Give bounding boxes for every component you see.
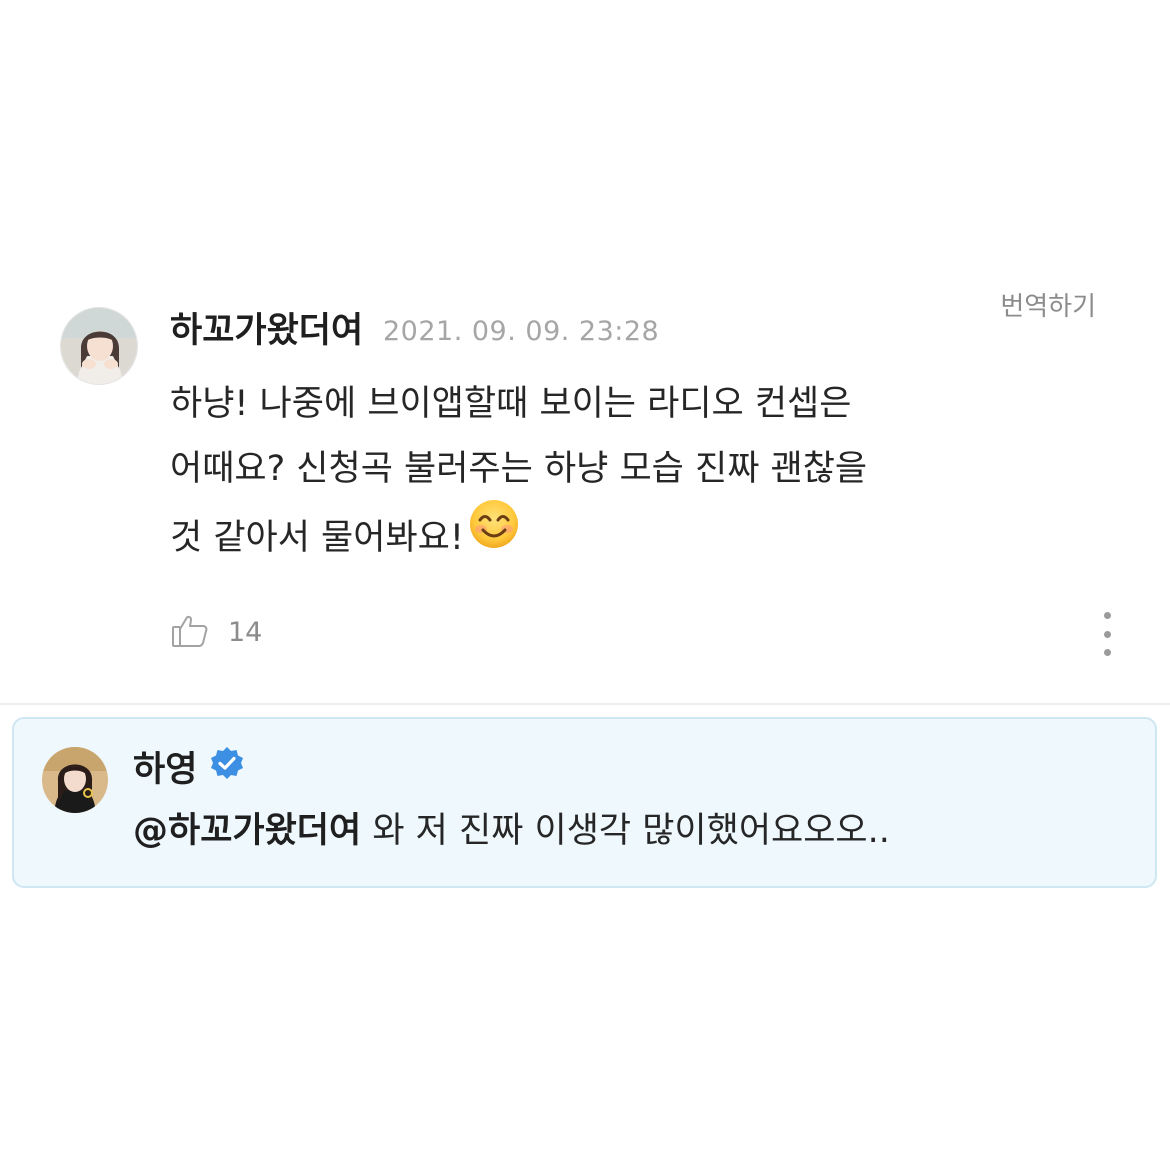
- more-vertical-icon-dot: [1103, 649, 1111, 656]
- comment-author[interactable]: 하꼬가왔더여: [170, 305, 363, 357]
- smiling-face-emoji: [468, 498, 520, 572]
- reply-author[interactable]: 하영: [133, 745, 245, 795]
- thumbs-up-icon: [170, 610, 210, 654]
- reply-body-text: 와 저 진짜 이생각 많이했어요오오..: [361, 811, 890, 851]
- like-count: 14: [228, 616, 263, 648]
- reply-mention[interactable]: @하꼬가왔더여: [133, 811, 361, 851]
- comment-body-line: 것 같아서 물어봐요!: [170, 500, 1030, 567]
- reply-author-name: 하영: [133, 750, 198, 790]
- replier-avatar[interactable]: [42, 747, 108, 813]
- translate-button[interactable]: 번역하기: [1000, 287, 1096, 327]
- commenter-avatar[interactable]: [60, 307, 138, 385]
- comment-body: 하냥! 나중에 브이앱할때 보이는 라디오 컨셉은 어때요? 신청곡 불러주는 …: [170, 372, 1030, 567]
- comment-timestamp: 2021. 09. 09. 23:28: [383, 316, 660, 347]
- comment-body-line: 하냥! 나중에 브이앱할때 보이는 라디오 컨셉은: [170, 384, 852, 424]
- reply-body: @하꼬가왔더여 와 저 진짜 이생각 많이했어요오오..: [133, 806, 890, 856]
- comment-divider: [0, 703, 1170, 705]
- comment-body-line-text: 것 같아서 물어봐요!: [170, 518, 464, 558]
- like-button[interactable]: 14: [170, 608, 262, 656]
- verified-badge-icon: [209, 745, 245, 795]
- reply-card: 하영 @하꼬가왔더여 와 저 진짜 이생각 많이했어요오오..: [12, 717, 1157, 888]
- more-options-button[interactable]: [1090, 612, 1124, 656]
- comment-card: 하꼬가왔더여 2021. 09. 09. 23:28 번역하기 하냥! 나중에 …: [0, 0, 1170, 704]
- comment-body-line: 어때요? 신청곡 불러주는 하냥 모습 진짜 괜찮을: [170, 449, 868, 489]
- more-vertical-icon-dot: [1103, 630, 1111, 638]
- more-vertical-icon-dot: [1103, 612, 1111, 619]
